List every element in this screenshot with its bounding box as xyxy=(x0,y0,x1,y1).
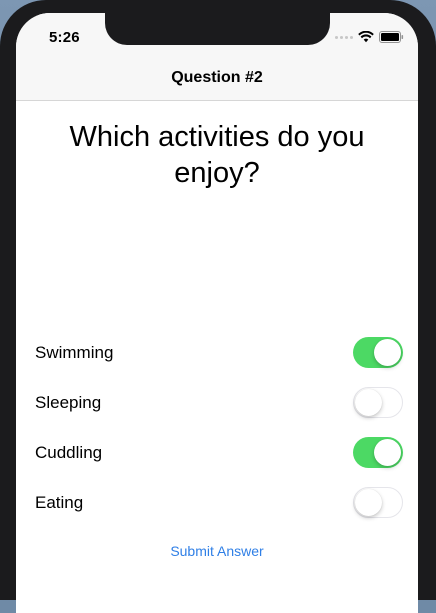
wifi-icon xyxy=(358,31,374,43)
option-label: Swimming xyxy=(35,343,114,362)
status-time: 5:26 xyxy=(49,29,80,46)
nav-title: Question #2 xyxy=(171,69,263,86)
option-row-eating: Eating xyxy=(16,483,418,523)
toggle-knob xyxy=(374,439,401,466)
toggle-switch-cuddling[interactable] xyxy=(353,437,403,468)
notch xyxy=(105,13,330,45)
toggle-switch-eating[interactable] xyxy=(353,487,403,518)
signal-dots-icon xyxy=(335,35,353,39)
toggle-switch-sleeping[interactable] xyxy=(353,387,403,418)
device-frame: 5:26 Question #2 Which activities do you… xyxy=(0,0,436,613)
option-row-sleeping: Sleeping xyxy=(16,383,418,423)
question-text: Which activities do you enjoy? xyxy=(69,121,365,189)
screen: 5:26 Question #2 Which activities do you… xyxy=(16,13,418,613)
toggle-knob xyxy=(374,339,401,366)
option-label: Sleeping xyxy=(35,393,102,412)
option-label: Eating xyxy=(35,493,84,512)
option-label: Cuddling xyxy=(35,443,103,462)
option-row-cuddling: Cuddling xyxy=(16,433,418,473)
toggle-switch-swimming[interactable] xyxy=(353,337,403,368)
toggle-knob xyxy=(354,488,382,516)
option-row-swimming: Swimming xyxy=(16,333,418,373)
toggle-knob xyxy=(354,388,382,416)
battery-icon xyxy=(379,31,404,43)
navigation-bar: Question #2 xyxy=(16,57,418,101)
submit-answer-button[interactable]: Submit Answer xyxy=(16,543,418,559)
status-icons xyxy=(335,31,404,43)
